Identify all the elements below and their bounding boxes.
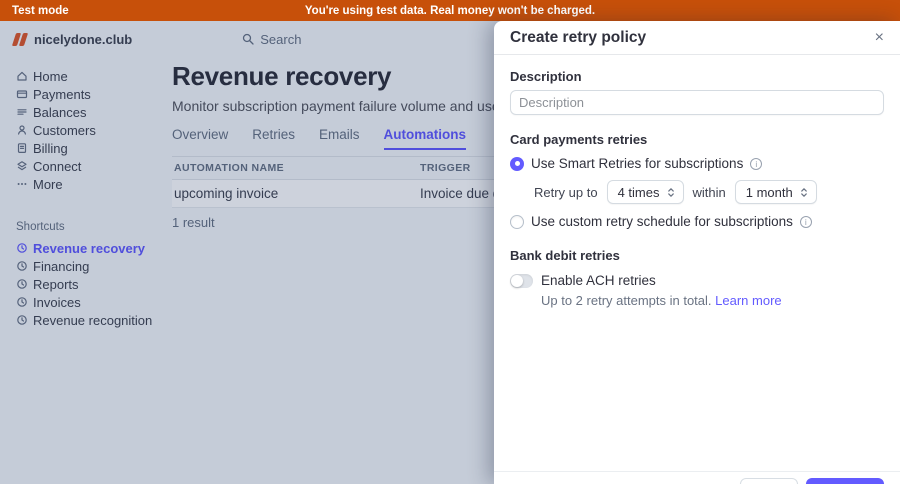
search-input[interactable]: Search [242, 32, 301, 47]
sidebar-item-financing[interactable]: Financing [0, 257, 160, 275]
helper-text: Up to 2 retry attempts in total. [541, 293, 712, 308]
modal-header: Create retry policy × [494, 21, 900, 55]
select-stepper-icon [800, 187, 807, 197]
footer-secondary-button[interactable] [740, 478, 798, 484]
modal-title: Create retry policy [510, 28, 647, 46]
info-icon[interactable]: i [750, 157, 763, 170]
clock-icon [16, 314, 28, 326]
custom-retry-radio[interactable]: Use custom retry schedule for subscripti… [510, 214, 884, 229]
description-input[interactable] [510, 90, 884, 115]
sidebar-item-more[interactable]: More [0, 175, 160, 193]
ach-toggle-row: Enable ACH retries [510, 273, 884, 288]
sidebar: Home Payments Balances Customers Billing… [0, 57, 160, 329]
sidebar-item-label: Payments [33, 86, 91, 102]
retry-settings-row: Retry up to 4 times within 1 month [534, 180, 884, 204]
card-retries-heading: Card payments retries [510, 132, 648, 147]
clock-icon [16, 296, 28, 308]
clock-icon [16, 242, 28, 254]
brand-logo-icon [11, 32, 29, 46]
sidebar-item-invoices[interactable]: Invoices [0, 293, 160, 311]
retry-window-select[interactable]: 1 month [734, 180, 817, 204]
sidebar-item-label: Customers [33, 122, 96, 138]
radio-unselected-icon[interactable] [510, 214, 524, 229]
search-placeholder: Search [260, 31, 302, 47]
person-icon [16, 124, 28, 136]
clock-icon [16, 278, 28, 290]
footer-primary-button[interactable] [806, 478, 884, 484]
retry-count-value: 4 times [617, 184, 660, 200]
sidebar-item-label: Revenue recognition [33, 312, 153, 328]
ach-toggle-label: Enable ACH retries [541, 273, 656, 288]
tab-retries[interactable]: Retries [252, 127, 295, 150]
tab-overview[interactable]: Overview [172, 127, 228, 150]
sidebar-item-label: Financing [33, 258, 90, 274]
smart-retries-label: Use Smart Retries for subscriptions [531, 156, 744, 171]
sidebar-item-home[interactable]: Home [0, 67, 160, 85]
sidebar-item-label: Revenue recovery [33, 240, 146, 256]
sidebar-item-label: Home [33, 68, 68, 84]
tab-automations[interactable]: Automations [383, 127, 467, 150]
invoice-icon [16, 142, 28, 154]
sidebar-item-label: Invoices [33, 294, 81, 310]
ach-helper-text: Up to 2 retry attempts in total. Learn m… [541, 293, 884, 308]
sidebar-item-label: Balances [33, 104, 87, 120]
sidebar-item-label: More [33, 176, 63, 192]
sidebar-item-revenue-recognition[interactable]: Revenue recognition [0, 311, 160, 329]
clock-icon [16, 260, 28, 272]
radio-selected-icon[interactable] [510, 156, 524, 171]
column-header-automation-name: AUTOMATION NAME [172, 156, 418, 180]
custom-retry-label: Use custom retry schedule for subscripti… [531, 214, 793, 229]
sidebar-item-customers[interactable]: Customers [0, 121, 160, 139]
description-label: Description [510, 69, 582, 84]
sidebar-item-label: Billing [33, 140, 68, 156]
create-retry-policy-modal: Create retry policy × Description Card p… [494, 21, 900, 484]
learn-more-link[interactable]: Learn more [715, 293, 781, 308]
sidebar-item-label: Reports [33, 276, 79, 292]
retry-count-select[interactable]: 4 times [606, 180, 684, 204]
smart-retries-radio[interactable]: Use Smart Retries for subscriptions i [510, 156, 884, 171]
sidebar-item-reports[interactable]: Reports [0, 275, 160, 293]
sidebar-item-connect[interactable]: Connect [0, 157, 160, 175]
test-mode-message: You're using test data. Real money won't… [304, 4, 596, 17]
sidebar-item-label: Connect [33, 158, 82, 174]
sidebar-item-payments[interactable]: Payments [0, 85, 160, 103]
test-mode-banner: Test mode You're using test data. Real m… [0, 0, 900, 21]
search-icon [243, 33, 254, 45]
ellipsis-icon [16, 178, 28, 190]
ach-toggle[interactable] [510, 273, 533, 288]
shortcuts-heading: Shortcuts [16, 221, 65, 233]
within-label: within [692, 184, 726, 200]
account-menu[interactable]: nicelydone.club [11, 31, 133, 47]
sidebar-item-balances[interactable]: Balances [0, 103, 160, 121]
close-icon[interactable]: × [875, 29, 884, 46]
retry-prefix-label: Retry up to [534, 184, 598, 200]
retry-window-value: 1 month [745, 184, 793, 200]
home-icon [16, 70, 28, 82]
tab-emails[interactable]: Emails [319, 127, 360, 150]
layers-icon [16, 160, 28, 172]
bank-retries-heading: Bank debit retries [510, 248, 620, 263]
modal-footer [494, 471, 900, 484]
account-name: nicelydone.club [34, 31, 133, 47]
wallet-icon [16, 88, 28, 100]
sidebar-item-billing[interactable]: Billing [0, 139, 160, 157]
select-stepper-icon [667, 187, 674, 197]
sidebar-item-revenue-recovery[interactable]: Revenue recovery [0, 239, 160, 257]
info-icon[interactable]: i [799, 215, 812, 228]
balances-icon [16, 106, 28, 118]
cell-automation-name[interactable]: upcoming invoice [172, 179, 418, 208]
